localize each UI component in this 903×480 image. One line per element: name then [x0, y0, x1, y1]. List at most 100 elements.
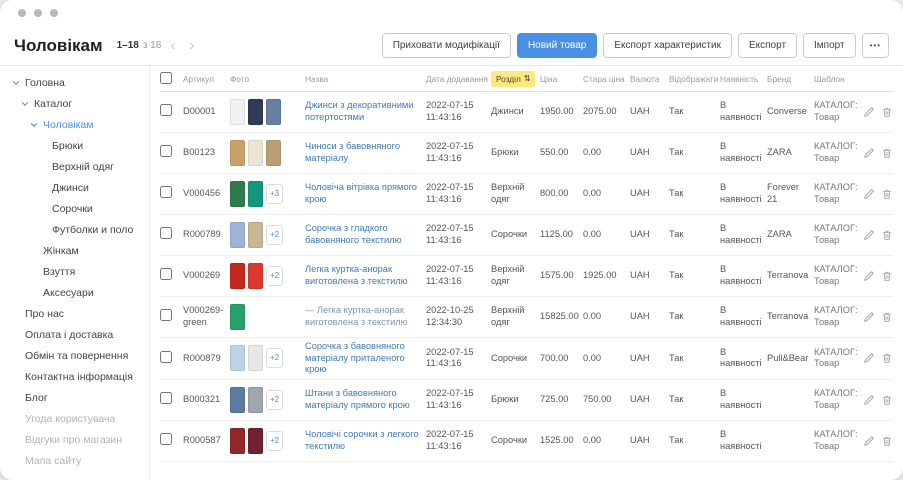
column-display[interactable]: Відображати: [669, 74, 717, 84]
sidebar-item[interactable]: Джинси: [12, 177, 145, 198]
sidebar-item[interactable]: Каталог: [12, 93, 145, 114]
column-currency[interactable]: Валюта: [630, 74, 666, 84]
template-cell: КАТАЛОГ: Товар: [814, 388, 862, 411]
next-page-button[interactable]: ›: [184, 38, 199, 53]
column-date[interactable]: Дата додавання: [426, 74, 488, 84]
product-photo: [230, 345, 245, 371]
delete-icon[interactable]: [881, 147, 893, 159]
sidebar-item[interactable]: Верхній одяг: [12, 156, 145, 177]
window-control-dot[interactable]: [18, 9, 26, 17]
delete-icon[interactable]: [881, 229, 893, 241]
column-name[interactable]: Назва: [305, 74, 423, 84]
export-characteristics-button[interactable]: Експорт характеристик: [603, 33, 732, 58]
more-photos-badge[interactable]: +2: [266, 390, 283, 410]
product-name-link[interactable]: Чоловіча вітрівка прямого крою: [305, 182, 417, 204]
more-actions-button[interactable]: •••: [862, 33, 889, 58]
sidebar: Головна Каталог Чоловікам Брюки Верхній …: [0, 66, 150, 480]
import-button[interactable]: Імпорт: [803, 33, 856, 58]
edit-icon[interactable]: [863, 435, 875, 447]
product-name-link[interactable]: Чоловічі сорочки з легкого текстилю: [305, 429, 419, 451]
more-photos-badge[interactable]: +2: [266, 225, 283, 245]
edit-icon[interactable]: [863, 147, 875, 159]
edit-icon[interactable]: [863, 270, 875, 282]
product-name-link[interactable]: Джинси з декоративними потертостями: [305, 100, 414, 122]
currency-cell: UAH: [630, 394, 666, 406]
row-checkbox[interactable]: [160, 268, 172, 280]
sidebar-item[interactable]: Відгуки про магазин: [12, 429, 145, 450]
row-checkbox[interactable]: [160, 227, 172, 239]
edit-icon[interactable]: [863, 311, 875, 323]
sidebar-item-label: Головна: [25, 77, 65, 89]
product-name-link[interactable]: Чиноси з бавовняного матеріалу: [305, 141, 400, 163]
delete-icon[interactable]: [881, 270, 893, 282]
sidebar-item[interactable]: Аксесуари: [12, 282, 145, 303]
delete-icon[interactable]: [881, 352, 893, 364]
sort-icon: ⇅: [524, 74, 530, 83]
row-checkbox[interactable]: [160, 104, 172, 116]
product-name-link[interactable]: Легка куртка-анорак виготовлена з тексти…: [305, 264, 408, 286]
row-checkbox[interactable]: [160, 351, 172, 363]
delete-icon[interactable]: [881, 188, 893, 200]
product-name-link[interactable]: — Легка куртка-анорак виготовлена з текс…: [305, 305, 408, 327]
column-template[interactable]: Шаблон: [814, 74, 862, 84]
product-name-link[interactable]: Сорочка з бавовняного матеріалу притален…: [305, 341, 405, 374]
sidebar-item[interactable]: Сорочки: [12, 198, 145, 219]
date-cell: 2022-07-15 11:43:16: [426, 141, 488, 164]
edit-icon[interactable]: [863, 188, 875, 200]
product-name-link[interactable]: Сорочка з гладкого бавовняного текстилю: [305, 223, 402, 245]
more-photos-badge[interactable]: +2: [266, 348, 283, 368]
product-photo: [248, 140, 263, 166]
edit-icon[interactable]: [863, 106, 875, 118]
delete-icon[interactable]: [881, 435, 893, 447]
sidebar-item[interactable]: Про нас: [12, 303, 145, 324]
new-product-button[interactable]: Новий товар: [517, 33, 597, 58]
app-window: Чоловікам 1–18 з 18 ‹ › Приховати модифі…: [0, 0, 903, 480]
row-checkbox[interactable]: [160, 392, 172, 404]
chevron-down-icon: [30, 121, 39, 129]
window-control-dot[interactable]: [50, 9, 58, 17]
select-all-checkbox[interactable]: [160, 72, 172, 84]
sidebar-item[interactable]: Головна: [12, 72, 145, 93]
stock-cell: В наявності: [720, 100, 764, 123]
sidebar-item[interactable]: Чоловікам: [12, 114, 145, 135]
hide-modifications-button[interactable]: Приховати модифікації: [382, 33, 511, 58]
more-photos-badge[interactable]: +2: [266, 431, 283, 451]
column-sku[interactable]: Артикул: [183, 74, 227, 84]
sidebar-item[interactable]: Взуття: [12, 261, 145, 282]
product-name-link[interactable]: Штани з бавовняного матеріалу прямого кр…: [305, 388, 410, 410]
page-title: Чоловікам: [14, 36, 103, 56]
row-checkbox[interactable]: [160, 145, 172, 157]
more-photos-badge[interactable]: +2: [266, 266, 283, 286]
delete-icon[interactable]: [881, 106, 893, 118]
sidebar-item[interactable]: Обмін та повернення: [12, 345, 145, 366]
column-stock[interactable]: Наявність: [720, 74, 764, 84]
template-cell: КАТАЛОГ: Товар: [814, 347, 862, 370]
edit-icon[interactable]: [863, 229, 875, 241]
edit-icon[interactable]: [863, 394, 875, 406]
sidebar-item[interactable]: Угода користувача: [12, 408, 145, 429]
column-old-price[interactable]: Стара ціна: [583, 74, 627, 84]
sidebar-item[interactable]: Брюки: [12, 135, 145, 156]
sidebar-item-label: Жінкам: [43, 245, 79, 257]
row-checkbox[interactable]: [160, 433, 172, 445]
edit-icon[interactable]: [863, 352, 875, 364]
sidebar-item[interactable]: Мапа сайту: [12, 450, 145, 471]
column-section-sorted[interactable]: Розділ ⇅: [491, 71, 535, 87]
sidebar-item[interactable]: Блог: [12, 387, 145, 408]
export-button[interactable]: Експорт: [738, 33, 797, 58]
column-price[interactable]: Ціна: [540, 74, 580, 84]
sidebar-item[interactable]: Футболки и поло: [12, 219, 145, 240]
prev-page-button[interactable]: ‹: [165, 38, 180, 53]
date-cell: 2022-10-25 12:34:30: [426, 305, 488, 328]
sidebar-item[interactable]: Контактна інформація: [12, 366, 145, 387]
delete-icon[interactable]: [881, 311, 893, 323]
sidebar-item[interactable]: Оплата і доставка: [12, 324, 145, 345]
row-checkbox[interactable]: [160, 186, 172, 198]
delete-icon[interactable]: [881, 394, 893, 406]
row-checkbox[interactable]: [160, 309, 172, 321]
more-photos-badge[interactable]: +3: [266, 184, 283, 204]
section-cell: Верхній одяг: [491, 182, 537, 205]
window-control-dot[interactable]: [34, 9, 42, 17]
sidebar-item[interactable]: Жінкам: [12, 240, 145, 261]
column-brand[interactable]: Бренд: [767, 74, 811, 84]
